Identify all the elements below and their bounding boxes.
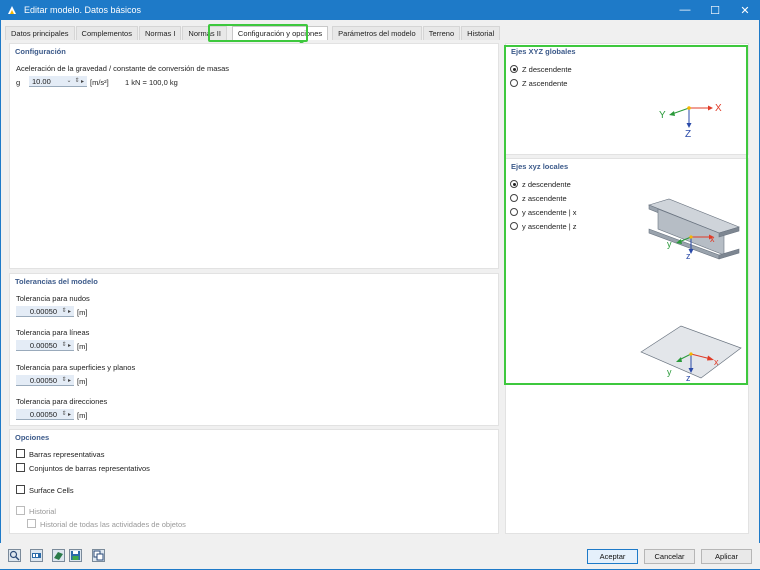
numeric-icon[interactable] [30, 549, 43, 562]
spin-arrows-icon[interactable]: ⇕ [73, 78, 81, 84]
spin-arrows-icon[interactable]: ⇕ [60, 308, 68, 314]
tolerance-value: 0.00050 [29, 375, 57, 385]
surface-cells-label: Surface Cells [29, 486, 74, 495]
play-icon[interactable]: ▸ [68, 411, 74, 418]
spin-arrows-icon[interactable]: ⇕ [60, 377, 68, 383]
spin-arrows-icon[interactable]: ⇕ [60, 342, 68, 348]
tolerance-label: Tolerancia para nudos [16, 294, 90, 303]
model-icon[interactable] [52, 549, 65, 562]
history-label: Historial [29, 507, 57, 516]
tolerance-unit: [m] [77, 377, 88, 386]
options-panel: Opciones Barras representativas Conjunto… [9, 429, 499, 534]
gravity-input[interactable]: 10.00 ⌄ ⇕ ▸ [29, 76, 87, 87]
gravity-value: 10.00 [32, 76, 51, 86]
surface-cells-checkbox[interactable] [16, 485, 25, 494]
play-icon[interactable]: ▸ [68, 377, 74, 384]
tolerance-value: 0.00050 [29, 340, 57, 350]
representative-members-checkbox[interactable] [16, 449, 25, 458]
play-icon[interactable]: ▸ [81, 78, 87, 85]
tolerance-lines-input[interactable]: 0.00050 ⇕ ▸ [16, 340, 74, 351]
config-title: Configuración [15, 47, 66, 56]
tolerance-unit: [m] [77, 411, 88, 420]
cancel-button[interactable]: Cancelar [644, 549, 695, 564]
g-symbol: g [16, 78, 21, 87]
options-title: Opciones [15, 433, 50, 442]
ok-button[interactable]: Aceptar [587, 549, 638, 564]
save-icon[interactable] [69, 549, 82, 562]
config-panel: Configuración Aceleración de la gravedad… [9, 43, 499, 269]
representative-sets-checkbox[interactable] [16, 463, 25, 472]
tolerance-unit: [m] [77, 342, 88, 351]
history-all-checkbox[interactable] [27, 519, 36, 528]
apply-button[interactable]: Aplicar [701, 549, 752, 564]
tolerances-panel: Tolerancias del modelo Tolerancia para n… [9, 273, 499, 426]
history-all-label: Historial de todas las actividades de ob… [40, 520, 186, 529]
tolerance-label: Tolerancia para direcciones [16, 397, 108, 406]
gravity-unit: [m/s²] [90, 78, 109, 87]
history-checkbox[interactable] [16, 506, 25, 515]
representative-members-label: Barras representativas [29, 450, 105, 459]
search-icon[interactable] [8, 549, 21, 562]
tolerance-unit: [m] [77, 308, 88, 317]
representative-sets-label: Conjuntos de barras representativos [29, 464, 150, 473]
play-icon[interactable]: ▸ [68, 342, 74, 349]
gravity-label: Aceleración de la gravedad / constante d… [16, 64, 230, 73]
tolerance-directions-input[interactable]: 0.00050 ⇕ ▸ [16, 409, 74, 420]
gravity-note: 1 kN = 100,0 kg [125, 78, 178, 87]
tolerance-label: Tolerancia para líneas [16, 328, 90, 337]
chevron-down-icon[interactable]: ⌄ [65, 78, 73, 84]
tolerance-surfaces-input[interactable]: 0.00050 ⇕ ▸ [16, 375, 74, 386]
axes-highlight-box [504, 45, 748, 385]
copy-icon[interactable] [92, 549, 105, 562]
tolerance-value: 0.00050 [29, 306, 57, 316]
tolerances-title: Tolerancias del modelo [15, 277, 98, 286]
spin-arrows-icon[interactable]: ⇕ [60, 411, 68, 417]
tolerance-nodes-input[interactable]: 0.00050 ⇕ ▸ [16, 306, 74, 317]
tolerance-value: 0.00050 [29, 409, 57, 419]
tolerance-label: Tolerancia para superficies y planos [16, 363, 136, 372]
play-icon[interactable]: ▸ [68, 308, 74, 315]
